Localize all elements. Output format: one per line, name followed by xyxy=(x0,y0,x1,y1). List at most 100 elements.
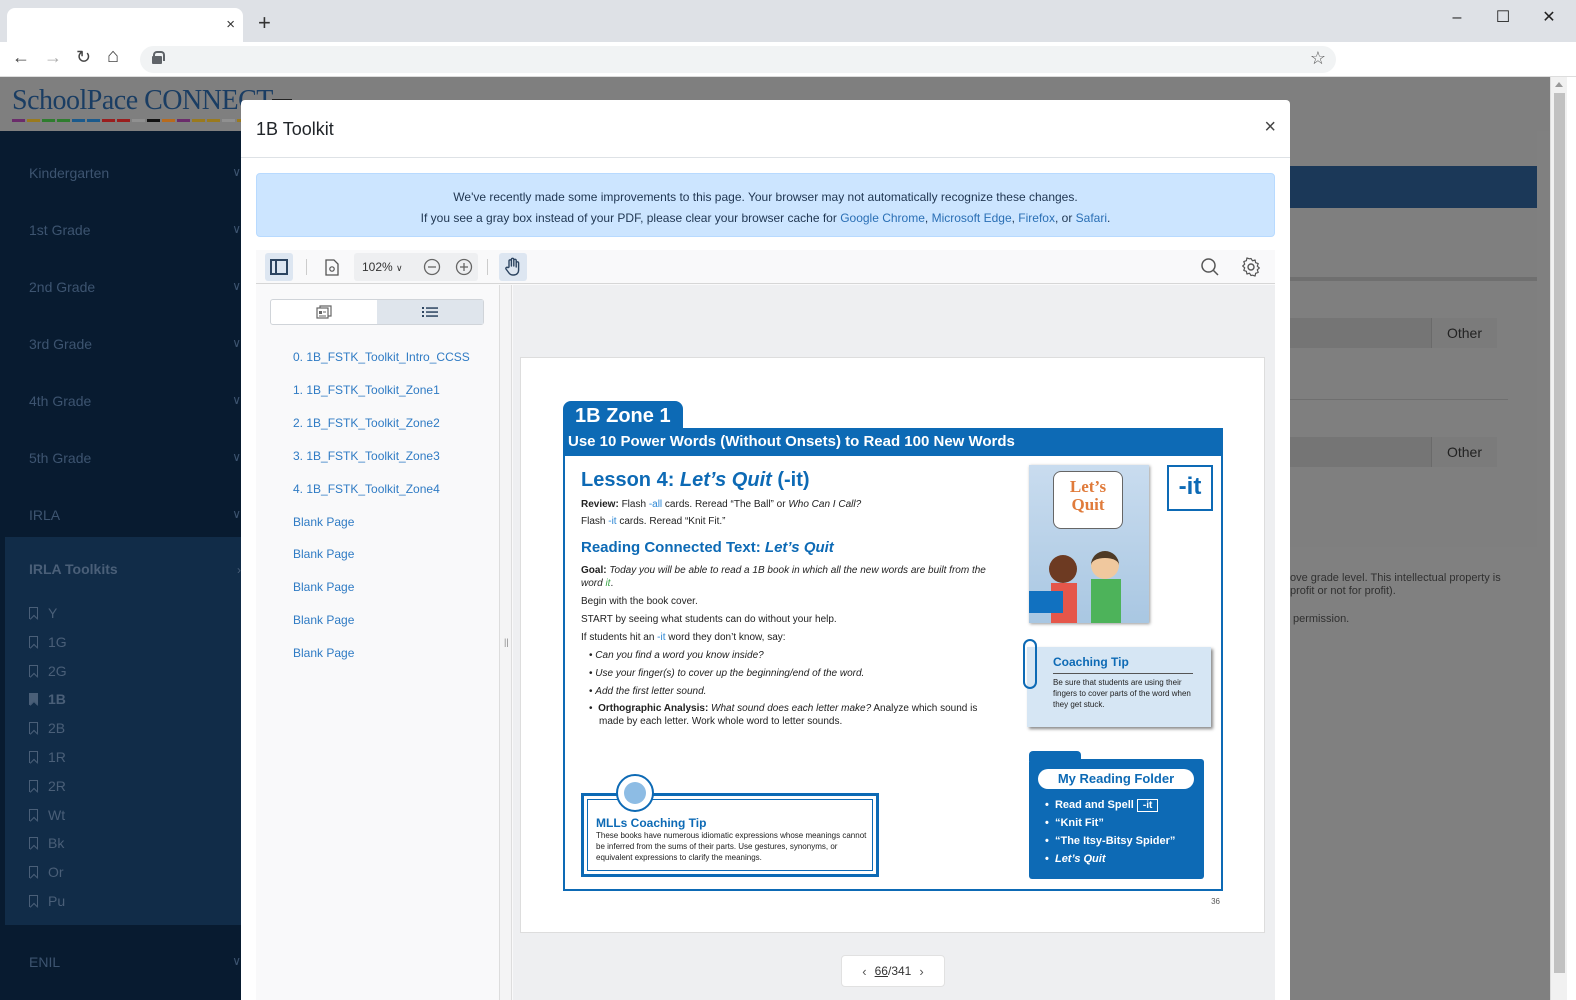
toolkit-item-wt[interactable]: Wt xyxy=(29,807,65,823)
word-family-box: -it xyxy=(1167,465,1213,511)
link-google-chrome[interactable]: Google Chrome xyxy=(840,211,925,225)
text: Flash xyxy=(581,516,609,527)
outline-item[interactable]: Blank Page xyxy=(293,580,354,594)
text: Let’s Quit xyxy=(764,539,834,556)
logo-stripe xyxy=(162,119,175,122)
zoom-level-select[interactable]: 102% ∨ xyxy=(362,260,403,274)
browser-tab[interactable]: × xyxy=(7,8,243,42)
sidebar-item-3rd-grade[interactable]: 3rd Grade ∨ xyxy=(29,336,241,352)
outline-item[interactable]: Blank Page xyxy=(293,547,354,561)
input-group-1[interactable]: Other xyxy=(1290,318,1497,348)
search-icon xyxy=(1201,258,1219,276)
toolkit-item-1b[interactable]: 1B xyxy=(29,691,66,707)
page-scrollbar[interactable] xyxy=(1550,77,1567,1000)
modal-close-icon[interactable]: × xyxy=(1264,116,1276,139)
lesson-suffix: (-it) xyxy=(771,469,810,491)
alert-line-1: We've recently made some improvements to… xyxy=(453,190,1078,204)
sidebar-item-label: 2nd Grade xyxy=(29,279,96,295)
outline-item[interactable]: 3. 1B_FSTK_Toolkit_Zone3 xyxy=(293,449,440,463)
outline-item[interactable]: 4. 1B_FSTK_Toolkit_Zone4 xyxy=(293,482,440,496)
irla-toolkits-title[interactable]: IRLA Toolkits xyxy=(29,561,118,577)
outline-pane: 0. 1B_FSTK_Toolkit_Intro_CCSS 1. 1B_FSTK_… xyxy=(256,285,500,1000)
bookmark-star-icon[interactable]: ☆ xyxy=(1310,48,1326,69)
link-safari[interactable]: Safari xyxy=(1076,211,1107,225)
current-page-input[interactable]: 66 xyxy=(875,964,888,978)
outline-item[interactable]: Blank Page xyxy=(293,515,354,529)
prev-page-icon[interactable]: ‹ xyxy=(862,964,866,979)
sidebar-item-label: 5th Grade xyxy=(29,450,92,466)
folder-title: My Reading Folder xyxy=(1038,769,1194,789)
other-button[interactable]: Other xyxy=(1431,318,1497,348)
toolkit-item-y[interactable]: Y xyxy=(29,605,57,621)
sidebar-resizer[interactable]: || xyxy=(500,285,512,1000)
outline-item[interactable]: Blank Page xyxy=(293,646,354,660)
zoom-in-button[interactable] xyxy=(452,253,476,281)
link-microsoft-edge[interactable]: Microsoft Edge xyxy=(932,211,1012,225)
chevron-down-icon: ∨ xyxy=(232,393,241,407)
sidebar-item-label: 4th Grade xyxy=(29,393,92,409)
window-close-icon[interactable]: ✕ xyxy=(1526,4,1572,32)
other-button[interactable]: Other xyxy=(1431,437,1497,467)
sidebar-item-enil[interactable]: ENIL ∨ xyxy=(29,954,241,970)
sidebar-item-1st-grade[interactable]: 1st Grade ∨ xyxy=(29,222,241,238)
forward-icon[interactable]: → xyxy=(44,47,62,68)
toolkit-item-2g[interactable]: 2G xyxy=(29,663,67,679)
chevron-down-icon: ∨ xyxy=(232,165,241,179)
highlight: -it xyxy=(657,632,666,643)
toolkit-item-2r[interactable]: 2R xyxy=(29,778,66,794)
outline-item[interactable]: Blank Page xyxy=(293,613,354,627)
sidebar-item-label: ENIL xyxy=(29,954,61,970)
reload-icon[interactable]: ↻ xyxy=(76,47,91,68)
search-button[interactable] xyxy=(1196,253,1224,281)
logo-stripe xyxy=(42,119,55,122)
outline-item[interactable]: 0. 1B_FSTK_Toolkit_Intro_CCSS xyxy=(293,350,470,364)
settings-button[interactable] xyxy=(1237,253,1265,281)
toolkit-item-2b[interactable]: 2B xyxy=(29,720,65,736)
mll-text: These books have numerous idiomatic expr… xyxy=(596,831,867,862)
folder-item: • Read and Spell -it xyxy=(1045,799,1159,812)
minimize-icon[interactable]: – xyxy=(1434,4,1480,32)
document-gear-icon xyxy=(325,258,339,276)
sidebar-item-kindergarten[interactable]: Kindergarten ∨ xyxy=(29,165,241,181)
home-icon[interactable]: ⌂ xyxy=(107,45,119,68)
sidebar-item-irla[interactable]: IRLA ∨ xyxy=(29,507,241,523)
maximize-icon[interactable]: ☐ xyxy=(1480,4,1526,32)
page-view-button[interactable] xyxy=(318,253,346,281)
link-firefox[interactable]: Firefox xyxy=(1018,211,1055,225)
logo-stripes xyxy=(12,119,250,122)
logo-stripe xyxy=(12,119,25,122)
text: What sound does each letter make? xyxy=(708,703,872,714)
page-navigator: ‹ 66/341 › xyxy=(841,955,945,987)
toolkit-item-1r[interactable]: 1R xyxy=(29,749,66,765)
new-tab-icon[interactable]: + xyxy=(258,12,271,34)
lesson-prefix: Lesson 4: xyxy=(581,469,680,491)
zone-body: Lesson 4: Let’s Quit (-it) Review: Flash… xyxy=(563,455,1223,891)
bookmark-icon xyxy=(29,693,38,706)
document-area[interactable]: 1B Zone 1 Use 10 Power Words (Without On… xyxy=(513,285,1275,1000)
sidebar-item-4th-grade[interactable]: 4th Grade ∨ xyxy=(29,393,241,409)
toolkit-item-pu[interactable]: Pu xyxy=(29,893,65,909)
toolkit-item-1g[interactable]: 1G xyxy=(29,634,67,650)
outline-tab[interactable] xyxy=(377,300,483,324)
tab-close-icon[interactable]: × xyxy=(226,16,235,33)
sidebar-item-2nd-grade[interactable]: 2nd Grade ∨ xyxy=(29,279,241,295)
logo-stripe xyxy=(192,119,205,122)
sidebar-item-5th-grade[interactable]: 5th Grade ∨ xyxy=(29,450,241,466)
toggle-sidebar-button[interactable] xyxy=(265,253,293,281)
bullet-item: • Use your finger(s) to cover up the beg… xyxy=(589,668,864,679)
scroll-up-icon[interactable] xyxy=(1555,82,1563,87)
outline-item[interactable]: 1. 1B_FSTK_Toolkit_Zone1 xyxy=(293,383,440,397)
address-bar[interactable]: ☆ xyxy=(140,46,1336,73)
divider xyxy=(1290,399,1508,400)
next-page-icon[interactable]: › xyxy=(919,964,923,979)
toolkit-item-label: 2R xyxy=(48,777,66,794)
thumbnails-tab[interactable] xyxy=(271,300,377,324)
zoom-out-button[interactable] xyxy=(420,253,444,281)
toolkit-item-bk[interactable]: Bk xyxy=(29,835,64,851)
scroll-thumb[interactable] xyxy=(1554,93,1565,973)
outline-item[interactable]: 2. 1B_FSTK_Toolkit_Zone2 xyxy=(293,416,440,430)
input-group-2[interactable]: Other xyxy=(1290,437,1497,467)
pan-tool-button[interactable] xyxy=(499,253,527,281)
back-icon[interactable]: ← xyxy=(12,47,30,68)
toolkit-item-or[interactable]: Or xyxy=(29,864,64,880)
